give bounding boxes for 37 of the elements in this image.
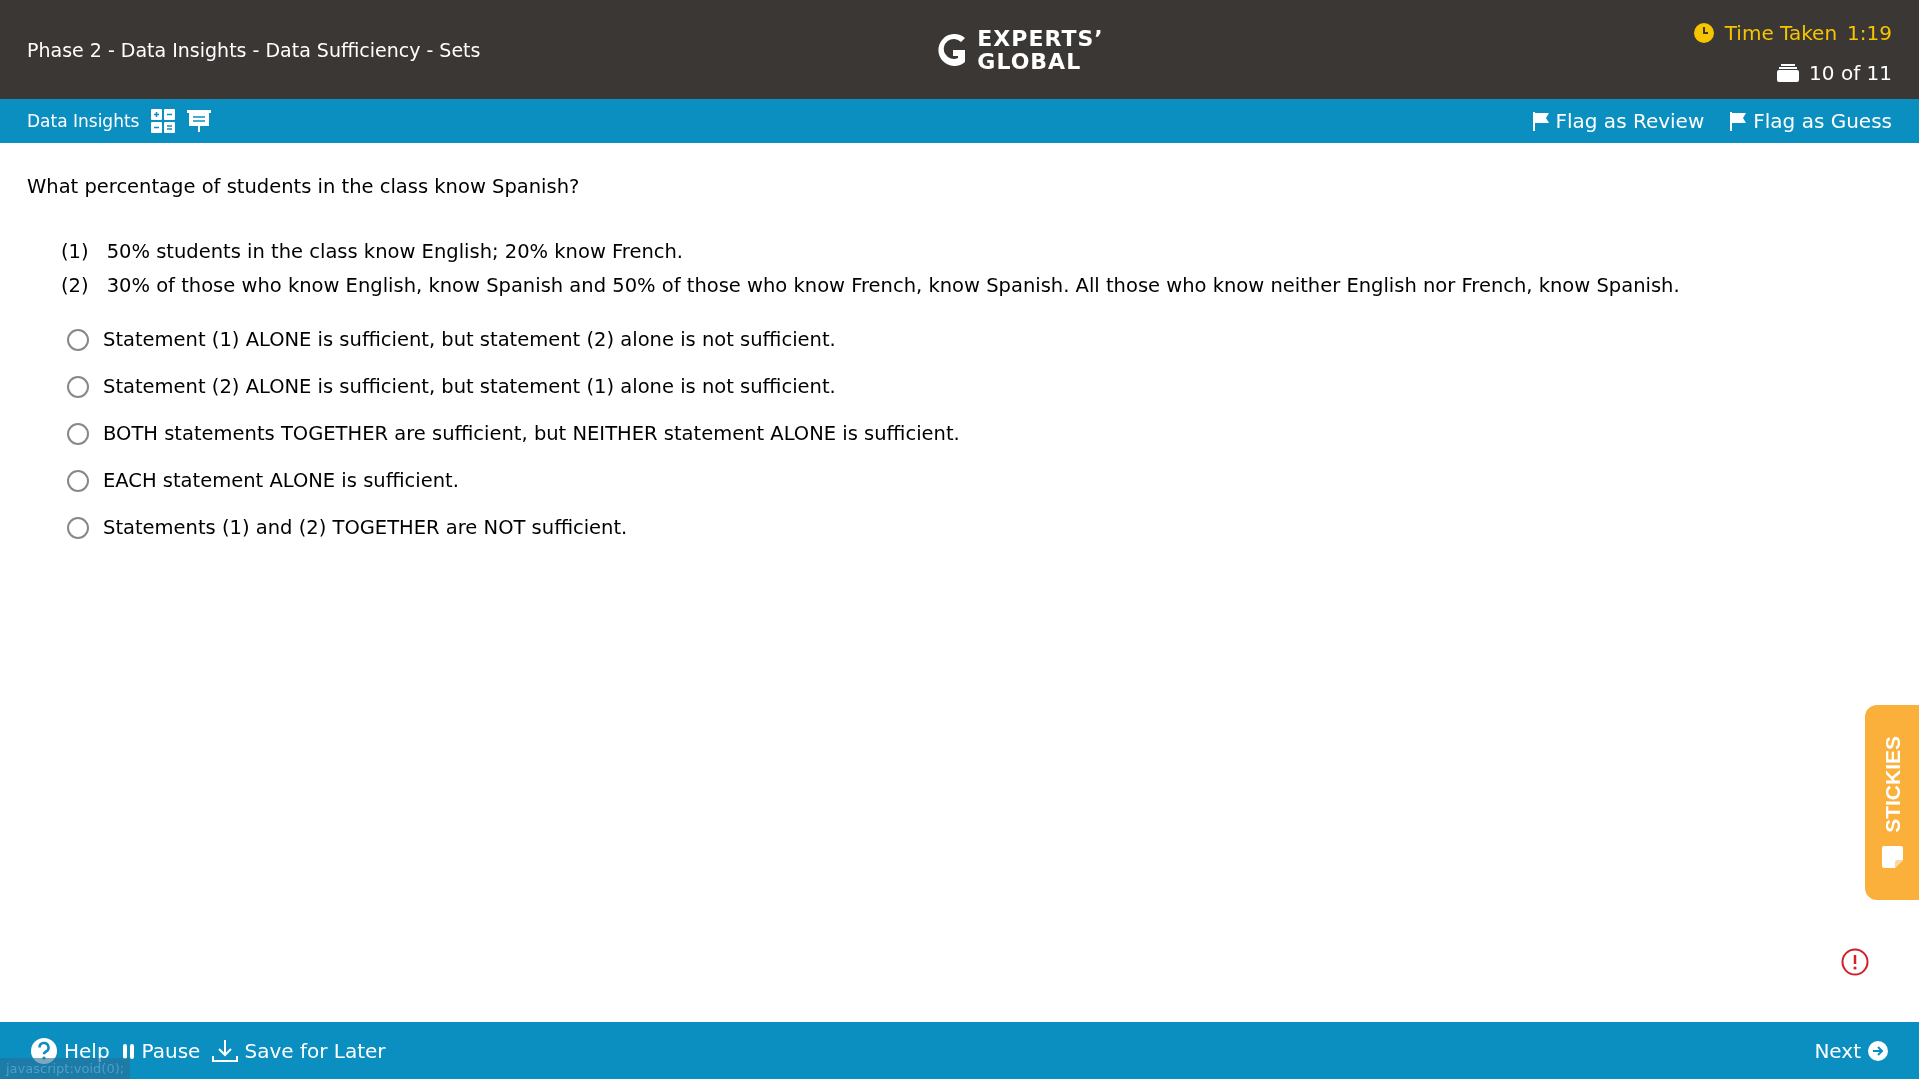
footer-button[interactable]: Save for Later xyxy=(212,1038,386,1063)
page-title: Phase 2 - Data Insights - Data Sufficiency - Sets xyxy=(27,38,482,61)
pause-icon xyxy=(121,1041,136,1060)
question-text: What percentage of students in the class know Spanish? xyxy=(27,175,581,198)
timer-value: 1:19 xyxy=(1847,20,1892,45)
radio-button[interactable] xyxy=(67,375,89,398)
section-name: Data Insights xyxy=(27,111,140,131)
answer-option[interactable]: Statement (2) ALONE is sufficient, but statement (1) alone is not sufficient. xyxy=(67,375,1892,398)
download-icon xyxy=(212,1038,239,1063)
flag-button[interactable]: Flag as Review xyxy=(1531,109,1705,133)
flag-button[interactable]: Flag as Guess xyxy=(1729,109,1892,133)
calculator-icon[interactable] xyxy=(151,109,176,133)
radio-button[interactable] xyxy=(67,422,89,445)
statement-number: (2) xyxy=(61,274,89,297)
logo-text: GLOBAL xyxy=(977,49,1083,73)
answer-option[interactable]: EACH statement ALONE is sufficient. xyxy=(67,469,1892,492)
statement-text: 30% of those who know English, know Spanish and 50% of those who know French, know Spanish. All those who know neither English nor French, know Spanish. xyxy=(106,274,1680,297)
clock-icon xyxy=(1692,21,1715,44)
answer-option[interactable]: Statements (1) and (2) TOGETHER are NOT sufficient. xyxy=(67,516,1892,539)
timer-label: Time Taken xyxy=(1724,20,1838,45)
logo-text: EXPERTS’ xyxy=(977,26,1104,50)
flag-icon xyxy=(1729,111,1748,131)
statement-text: 50% students in the class know English; 20% know French. xyxy=(106,240,684,263)
answer-option[interactable]: Statement (1) ALONE is sufficient, but statement (2) alone is not sufficient. xyxy=(67,328,1892,351)
radio-button[interactable] xyxy=(67,516,89,539)
whiteboard-icon[interactable] xyxy=(187,109,212,133)
arrow-right-icon xyxy=(1867,1039,1889,1062)
flag-icon xyxy=(1531,111,1550,131)
answer-option[interactable]: BOTH statements TOGETHER are sufficient, but NEITHER statement ALONE is sufficient. xyxy=(67,422,1892,445)
help-icon xyxy=(30,1036,58,1065)
radio-button[interactable] xyxy=(67,328,89,351)
stack-icon xyxy=(1777,62,1800,83)
next-button[interactable]: Next xyxy=(1814,1038,1889,1063)
statement-number: (1) xyxy=(61,240,89,263)
question-counter: 10 of 11 xyxy=(1809,60,1892,85)
alert-icon[interactable] xyxy=(1841,948,1869,976)
radio-button[interactable] xyxy=(67,469,89,492)
